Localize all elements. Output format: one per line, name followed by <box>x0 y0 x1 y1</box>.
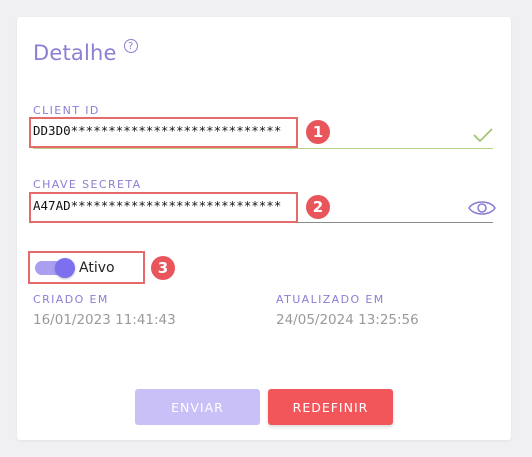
client-id-label: CLIENT ID <box>33 104 100 117</box>
page-title: Detalhe <box>33 41 117 65</box>
reset-button[interactable]: REDEFINIR <box>268 389 393 425</box>
updated-value: 24/05/2024 13:25:56 <box>276 312 419 328</box>
created-label: CRIADO EM <box>33 293 109 306</box>
highlight-box-secret-key <box>29 192 298 223</box>
eye-icon[interactable] <box>467 198 497 218</box>
updated-label: ATUALIZADO EM <box>276 293 385 306</box>
highlight-box-client-id <box>29 117 298 148</box>
title-row: Detalhe ? <box>33 39 138 65</box>
secret-key-label: CHAVE SECRETA <box>33 178 142 191</box>
client-id-underline <box>33 148 493 149</box>
annotation-badge-1: 1 <box>306 120 330 144</box>
created-value: 16/01/2023 11:41:43 <box>33 312 176 328</box>
help-icon[interactable]: ? <box>123 39 138 53</box>
annotation-badge-3: 3 <box>151 256 175 280</box>
send-button[interactable]: ENVIAR <box>135 389 260 425</box>
highlight-box-toggle <box>28 251 145 284</box>
annotation-badge-2: 2 <box>306 195 330 219</box>
check-icon <box>473 128 493 143</box>
detail-card: Detalhe ? CLIENT ID DD3D0***************… <box>17 17 511 440</box>
